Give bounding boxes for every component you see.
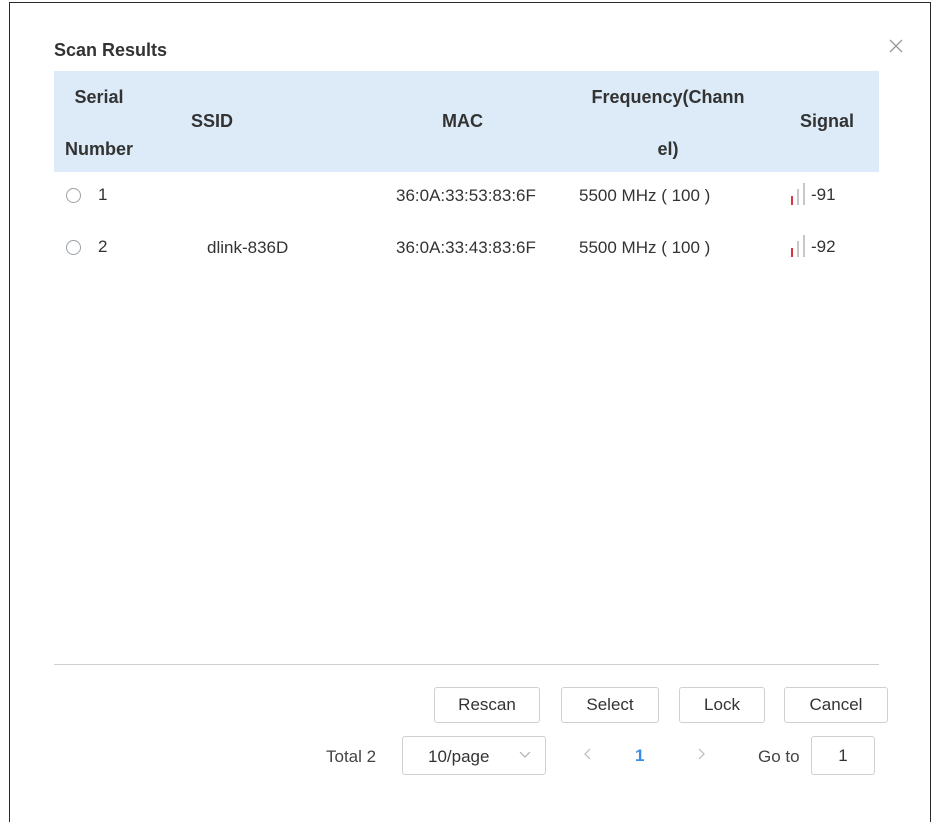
chevron-left-icon[interactable]: [580, 744, 596, 764]
row-frequency: 5500 MHz ( 100 ): [579, 186, 711, 205]
row-signal: -91: [791, 181, 836, 205]
row-mac: 36:0A:33:53:83:6F: [396, 186, 536, 205]
signal-strength-icon: [791, 235, 809, 257]
header-signal: Signal: [800, 111, 855, 131]
header-ssid: SSID: [191, 111, 234, 131]
header-frequency: Frequency(Chann el): [591, 87, 745, 159]
dialog-title: Scan Results: [54, 40, 168, 60]
header-mac: MAC: [442, 111, 483, 131]
table-row[interactable]: 2 dlink-836D 36:0A:33:43:83:6F 5500 MHz …: [54, 229, 879, 269]
footer-divider: [54, 664, 879, 665]
signal-strength-icon: [791, 183, 809, 205]
header-serial-number: Serial Number: [64, 87, 133, 159]
cancel-button[interactable]: Cancel: [784, 687, 888, 723]
row-index: 1: [98, 185, 108, 204]
chevron-right-icon[interactable]: [693, 744, 709, 764]
close-icon[interactable]: [886, 36, 906, 56]
goto-page-input[interactable]: [811, 736, 875, 775]
row-signal: -92: [791, 233, 836, 257]
page-number-current[interactable]: 1: [635, 746, 644, 766]
row-select-radio[interactable]: [66, 188, 81, 203]
rescan-button[interactable]: Rescan: [434, 687, 540, 723]
table-row[interactable]: 1 36:0A:33:53:83:6F 5500 MHz ( 100 ) -91: [54, 177, 879, 217]
goto-label: Go to: [758, 747, 800, 766]
row-frequency: 5500 MHz ( 100 ): [579, 238, 711, 257]
page-size-value: 10/page: [428, 747, 490, 766]
scan-results-dialog: Scan Results Serial Number SSID MAC Freq…: [9, 2, 931, 822]
page-size-select[interactable]: 10/page: [402, 736, 546, 775]
row-ssid: dlink-836D: [207, 238, 289, 257]
table-header: Serial Number SSID MAC Frequency(Chann e…: [54, 71, 879, 172]
pagination-total: Total 2: [326, 747, 377, 766]
row-index: 2: [98, 237, 108, 256]
row-select-radio[interactable]: [66, 240, 81, 255]
row-mac: 36:0A:33:43:83:6F: [396, 238, 536, 257]
select-button[interactable]: Select: [561, 687, 659, 723]
chevron-down-icon: [519, 748, 531, 762]
signal-value: -92: [811, 237, 836, 256]
signal-value: -91: [811, 185, 836, 204]
lock-button[interactable]: Lock: [679, 687, 765, 723]
